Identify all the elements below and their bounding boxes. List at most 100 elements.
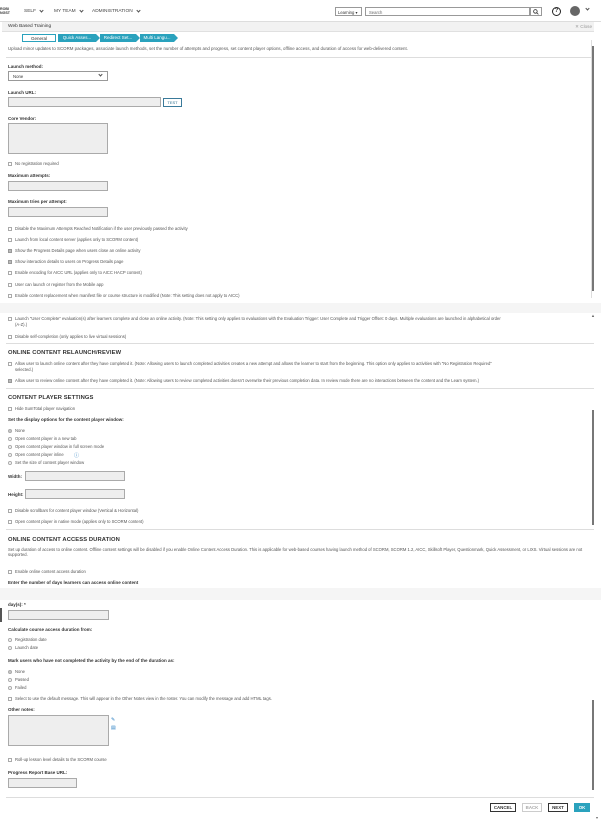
nav-my-team[interactable]: MY TEAM [54,8,84,14]
rollup-checkbox[interactable]: Roll-up lesson level details to the SCOR… [8,757,107,762]
tab-redirect-settings[interactable]: Redirect Set... [100,34,140,42]
scroll-up-icon[interactable]: ▲ [591,313,595,318]
logo[interactable]: ROBI NGST [0,7,10,15]
document-icon[interactable]: ▤ [111,725,116,731]
nav-self[interactable]: SELF [24,8,44,14]
core-vendor-label: Core Vendor: [8,116,37,121]
display-option-label: Set the size of content player window [15,460,85,465]
progress-url-input[interactable] [8,778,77,788]
display-option-label: Open content player in a new tab [15,436,77,441]
no-registration-checkbox[interactable]: No registration required [8,161,59,166]
default-message-checkbox[interactable]: Select to use the default message. This … [8,696,272,701]
cancel-button[interactable]: CANCEL [490,803,516,812]
other-notes-textarea[interactable] [8,715,109,746]
learning-select[interactable]: Learning ▾ [335,7,362,16]
option-checkbox[interactable]: Disable the Maximum Attempts Reached Not… [8,226,188,231]
days-input[interactable] [8,610,109,620]
test-button[interactable]: TEST [163,98,182,107]
radio-icon [8,436,12,441]
enable-access-duration-checkbox[interactable]: Enable online content access duration [8,569,86,574]
core-vendor-textarea[interactable] [8,123,108,154]
disable-self-completion-checkbox[interactable]: Disable self-completion (only applies to… [8,334,126,339]
width-label: Width: [8,474,22,479]
launch-method-select[interactable]: None [8,71,108,81]
edit-icon[interactable]: ✎ [111,717,115,723]
tab-quick-assessment[interactable]: Quick Asses... [58,34,100,42]
radio-icon [8,637,12,642]
height-input[interactable] [25,489,125,499]
max-tries-input[interactable] [8,207,108,217]
search-icon [533,8,539,15]
option-checkbox[interactable]: Show the Progress Details page when user… [8,248,140,253]
mark-none-radio[interactable]: None [8,669,25,674]
disable-scrollbars-checkbox[interactable]: Disable scrollbars for content player wi… [8,508,138,513]
launch-url-label: Launch URL: [8,90,36,95]
mark-failed-label: Failed [15,685,27,690]
hide-player-nav-checkbox[interactable]: Hide SumTotal player navigation [8,406,75,411]
option-label: Enable content replacement when manifest… [15,293,240,298]
tab-general[interactable]: General [22,34,56,42]
default-message-label: Select to use the default message. This … [15,696,272,701]
info-icon[interactable]: ⓘ [74,452,79,459]
search-input[interactable]: Search [365,7,530,16]
option-checkbox[interactable]: User can launch or register from the Mob… [8,282,103,287]
intro-text: Upload minor updates to SCORM packages, … [8,46,408,51]
top-bar: ROBI NGST SELF MY TEAM ADMINISTRATION Lea… [0,0,601,22]
scrollbar-thumb[interactable] [592,410,594,525]
native-mode-checkbox[interactable]: Open content player in native mode (appl… [8,519,143,524]
search-button[interactable] [530,7,542,16]
back-button[interactable]: BACK [522,803,542,812]
display-option-radio[interactable]: None [8,428,25,433]
progress-url-label: Progress Report Base URL: [8,770,68,775]
display-option-radio[interactable]: Set the size of content player window [8,460,84,465]
scroll-gap [0,303,601,313]
help-icon[interactable]: ? [552,7,561,16]
option-checkbox[interactable]: Enable encoding for AICC URL (applies on… [8,270,142,275]
close-button[interactable]: ✕ Close [575,24,592,30]
option-checkbox[interactable]: Enable content replacement when manifest… [8,293,240,298]
checkbox-icon [8,259,12,264]
mark-passed-label: Passed [15,677,29,682]
max-attempts-input[interactable] [8,181,108,191]
scroll-gap [0,588,601,600]
chevron-down-icon[interactable] [585,6,590,11]
calc-registration-radio[interactable]: Registration date [8,637,47,642]
tab-multi-language[interactable]: Multi Langu... [140,34,178,42]
option-checkbox[interactable]: Launch from local content server (applie… [8,237,138,242]
scroll-down-icon[interactable]: ▾ [596,815,598,820]
checkbox-icon [8,270,12,275]
allow-review-label: Allow user to review online content afte… [15,378,479,383]
option-checkbox[interactable]: Show interaction details to users on Pro… [8,259,123,264]
option-label: Disable the Maximum Attempts Reached Not… [15,226,188,231]
display-option-radio[interactable]: Open content player in a new tab [8,436,76,441]
display-option-label: Open content player inline [15,452,64,457]
mark-passed-radio[interactable]: Passed [8,677,29,682]
width-input[interactable] [25,471,125,481]
allow-relaunch-checkbox[interactable]: Allow user to launch online content afte… [8,361,492,366]
launch-user-complete-checkbox[interactable]: Launch "User Complete" evaluation(s) aft… [8,316,501,321]
divider [6,343,594,344]
calc-launch-radio[interactable]: Launch date [8,645,38,650]
option-label: Show interaction details to users on Pro… [15,259,124,264]
launch-url-input[interactable] [8,97,161,107]
scrollbar-thumb[interactable] [592,700,594,790]
days-label-text: day(s): [8,602,23,607]
avatar[interactable] [570,6,580,16]
checkbox-icon [8,334,12,339]
display-option-radio[interactable]: Open content player window in full scree… [8,444,104,449]
nav-administration[interactable]: ADMINISTRATION [92,8,141,14]
calc-label: Calculate course access duration from: [8,627,93,632]
calc-registration-label: Registration date [15,637,47,642]
display-option-radio[interactable]: Open content player inline [8,452,64,457]
left-scroll-marker [0,608,2,622]
access-description: Set up duration of access to online cont… [8,547,583,558]
ok-button[interactable]: OK [574,803,590,812]
scrollbar-thumb[interactable] [592,46,594,291]
disable-self-completion-label: Disable self-completion (only applies to… [15,334,127,339]
disable-scrollbars-label: Disable scrollbars for content player wi… [15,508,139,513]
next-button[interactable]: NEXT [548,803,568,812]
nav-self-label: SELF [24,9,36,14]
allow-review-checkbox[interactable]: Allow user to review online content afte… [8,378,479,383]
radio-icon [8,452,12,457]
mark-failed-radio[interactable]: Failed [8,685,26,690]
